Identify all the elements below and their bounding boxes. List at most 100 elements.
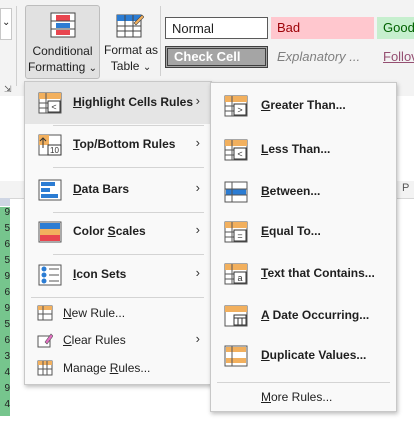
chevron-right-icon: ›	[195, 135, 200, 150]
menu-item-manage-rules[interactable]: Manage Rules...	[25, 355, 210, 381]
menu-item-top-bottom-rules[interactable]: 10 Top/Bottom Rules ›	[25, 126, 210, 164]
icon-sets-icon	[38, 264, 62, 286]
label-key: N	[63, 306, 72, 320]
submenu-item-between[interactable]: Between...	[211, 173, 396, 211]
cell-value[interactable]: 4	[0, 399, 10, 417]
menu-item-label: Color Scales	[73, 224, 146, 238]
style-good[interactable]: Good	[377, 17, 414, 39]
submenu-item-equal-to[interactable]: = Equal To...	[211, 213, 396, 251]
label-rest: Date Occurring...	[269, 308, 370, 322]
menu-item-data-bars[interactable]: Data Bars ›	[25, 171, 210, 209]
menu-item-new-rule[interactable]: New Rule...	[25, 300, 210, 326]
label-rest: op/Bottom Rules	[79, 137, 176, 151]
column-header-p[interactable]: P	[402, 182, 409, 194]
label-rest: lear Rules	[71, 333, 126, 347]
label-rest: ext that Contains...	[267, 266, 375, 280]
top-bottom-rules-icon: 10	[38, 134, 62, 156]
style-followed-hyperlink[interactable]: Follov	[377, 46, 414, 68]
label-rest: ew Rule...	[71, 306, 126, 320]
menu-item-icon-sets[interactable]: Icon Sets ›	[25, 256, 210, 294]
submenu-item-date-occurring[interactable]: A Date Occurring...	[211, 297, 396, 335]
menu-item-label: Icon Sets	[73, 267, 126, 281]
menu-item-label: Highlight Cells Rules	[73, 95, 193, 109]
dialog-launcher-icon[interactable]: ⇲	[4, 84, 12, 95]
label-key: B	[261, 184, 270, 198]
number-format-dropdown[interactable]: ⌄	[0, 8, 12, 40]
highlight-cells-rules-submenu: > Greater Than... < Less Than... Between... =…	[210, 82, 397, 412]
label-key: E	[261, 224, 270, 238]
greater-than-icon: >	[224, 95, 248, 117]
submenu-item-text-contains[interactable]: a Text that Contains...	[211, 255, 396, 293]
menu-separator	[217, 382, 390, 383]
label-rest: ighlight Cells Rules	[81, 95, 194, 109]
duplicate-values-icon	[224, 345, 248, 367]
label-key: S	[107, 224, 116, 238]
style-normal[interactable]: Normal	[165, 17, 268, 39]
menu-separator	[53, 254, 204, 255]
data-bars-icon	[38, 179, 62, 201]
chevron-right-icon: ›	[195, 93, 200, 108]
group-divider	[16, 6, 17, 86]
conditional-formatting-label-text: Formatting	[27, 60, 86, 74]
label-rest: con Sets	[76, 267, 127, 281]
format-as-table-label-2: Table ⌄	[104, 58, 158, 76]
gallery-divider	[160, 6, 161, 76]
svg-text:a: a	[237, 273, 242, 283]
color-scales-icon	[38, 221, 62, 243]
svg-text:=: =	[237, 231, 242, 241]
label-rest: qual To...	[269, 224, 321, 238]
menu-item-clear-rules[interactable]: Clear Rules ›	[25, 327, 210, 353]
svg-text:>: >	[237, 105, 242, 115]
style-explanatory[interactable]: Explanatory ...	[271, 46, 374, 68]
menu-item-label: New Rule...	[63, 306, 125, 320]
label-key: H	[73, 95, 82, 109]
label-rest: uplicate Values...	[269, 348, 367, 362]
chevron-right-icon: ›	[195, 265, 200, 280]
format-as-table-label-1: Format as	[104, 43, 159, 57]
menu-item-color-scales[interactable]: Color Scales ›	[25, 213, 210, 251]
menu-item-label: Duplicate Values...	[261, 348, 366, 362]
conditional-formatting-button[interactable]: Conditional Formatting ⌄	[25, 5, 100, 79]
clear-rules-icon	[37, 333, 53, 348]
row-header	[0, 198, 10, 206]
equal-to-icon: =	[224, 221, 248, 243]
menu-item-label: Between...	[261, 184, 320, 198]
label-rest: cales	[115, 224, 146, 238]
menu-item-label: Manage Rules...	[63, 361, 150, 375]
style-bad[interactable]: Bad	[271, 17, 374, 39]
between-icon	[224, 181, 248, 203]
submenu-item-more-rules[interactable]: More Rules...	[211, 384, 396, 410]
style-check-cell[interactable]: Check Cell	[165, 46, 268, 68]
highlight-cells-rules-items: > Greater Than... < Less Than... Between... =…	[211, 83, 396, 411]
label-prefix: Color	[73, 224, 108, 238]
chevron-right-icon: ›	[195, 222, 200, 237]
format-as-table-button[interactable]: Format as Table ⌄	[104, 5, 158, 77]
conditional-formatting-label-1: Conditional	[32, 44, 93, 58]
svg-text:<: <	[51, 102, 56, 112]
highlight-cells-rules-icon: <	[38, 92, 62, 114]
svg-text:10: 10	[50, 146, 59, 155]
label-key: G	[261, 98, 271, 112]
submenu-item-less-than[interactable]: < Less Than...	[211, 131, 396, 169]
submenu-item-greater-than[interactable]: > Greater Than...	[211, 87, 396, 125]
format-as-table-icon	[116, 14, 144, 38]
label-rest: ess Than...	[268, 142, 331, 156]
label-key: A	[261, 308, 270, 322]
menu-item-highlight-cells-rules[interactable]: < Highlight Cells Rules ›	[25, 84, 210, 122]
menu-separator	[31, 297, 204, 298]
label-rest: ata Bars	[81, 182, 130, 196]
chevron-down-icon: ⌄	[88, 63, 98, 74]
menu-item-label: More Rules...	[261, 390, 332, 404]
label-rest: ore Rules...	[271, 390, 333, 404]
chevron-right-icon: ›	[195, 180, 200, 195]
label-rest: reater Than...	[270, 98, 346, 112]
menu-item-label: Clear Rules	[63, 333, 126, 347]
label-prefix: Manage	[63, 361, 110, 375]
menu-separator	[53, 167, 204, 168]
chevron-down-icon: ⌄	[2, 17, 11, 28]
menu-item-label: Less Than...	[261, 142, 330, 156]
conditional-formatting-icon	[50, 12, 76, 38]
date-occurring-icon	[224, 305, 248, 327]
manage-rules-icon	[37, 360, 53, 376]
submenu-item-duplicate-values[interactable]: Duplicate Values...	[211, 337, 396, 375]
